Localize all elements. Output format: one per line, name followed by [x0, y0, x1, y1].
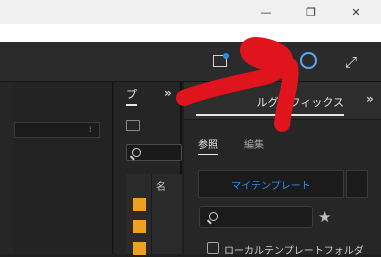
tab-project-label: プ	[126, 88, 137, 101]
screen-status-dot	[223, 53, 229, 59]
drag-handle-icon[interactable]: ⁞	[89, 125, 92, 134]
local-templates-checkbox[interactable]	[207, 242, 219, 254]
close-glyph: ✕	[351, 5, 361, 19]
template-search-input[interactable]	[199, 206, 313, 228]
app-header	[0, 42, 381, 82]
local-templates-label: ローカルテンプレートフォルダ	[224, 242, 364, 257]
progress-icon[interactable]	[300, 52, 317, 69]
tab-essential-graphics[interactable]: ルグラフィックス	[196, 94, 344, 116]
minimize-icon[interactable]: —	[243, 0, 289, 24]
close-icon[interactable]: ✕	[333, 0, 379, 24]
project-search-input[interactable]	[126, 144, 182, 161]
chevron-icon: »	[164, 86, 172, 100]
project-panel-menu-icon[interactable]: »	[164, 86, 172, 100]
tab-browse-label: 参照	[198, 140, 218, 151]
star-glyph: ★	[318, 208, 332, 226]
search-icon	[132, 148, 141, 157]
left-panel-field[interactable]	[14, 122, 100, 138]
column-divider[interactable]	[151, 174, 152, 254]
tab-essential-graphics-label: ルグラフィックス	[256, 96, 344, 109]
tab-edit[interactable]: 編集	[244, 136, 264, 151]
list-item[interactable]	[133, 198, 146, 211]
tab-edit-label: 編集	[244, 140, 264, 151]
restore-icon[interactable]: ❐	[288, 0, 334, 24]
expand-icon[interactable]: ⤢	[345, 53, 357, 71]
star-icon[interactable]: ★	[318, 208, 331, 226]
folder-icon[interactable]	[126, 120, 140, 131]
essential-graphics-menu-icon[interactable]: »	[366, 92, 374, 106]
column-header-name-label: 名	[156, 182, 166, 193]
left-toolbar-strip	[0, 82, 14, 254]
window-menu-area	[0, 24, 381, 42]
tab-project[interactable]: プ	[126, 86, 137, 106]
expand-glyph: ⤢	[345, 53, 358, 71]
my-templates-label: マイテンプレート	[231, 180, 311, 192]
chevron-icon: »	[366, 92, 374, 106]
templates-tab-extra[interactable]	[346, 170, 368, 198]
minimize-glyph: —	[260, 5, 272, 19]
restore-glyph: ❐	[306, 5, 316, 19]
list-item[interactable]	[133, 242, 146, 255]
list-item[interactable]	[133, 220, 146, 233]
search-icon	[209, 212, 218, 221]
local-templates-label-text: ローカルテンプレートフォルダ	[224, 246, 364, 257]
tab-browse[interactable]: 参照	[198, 136, 218, 155]
left-panel	[0, 82, 113, 254]
my-templates-button[interactable]: マイテンプレート	[198, 170, 344, 198]
column-header-name[interactable]: 名	[156, 178, 166, 193]
